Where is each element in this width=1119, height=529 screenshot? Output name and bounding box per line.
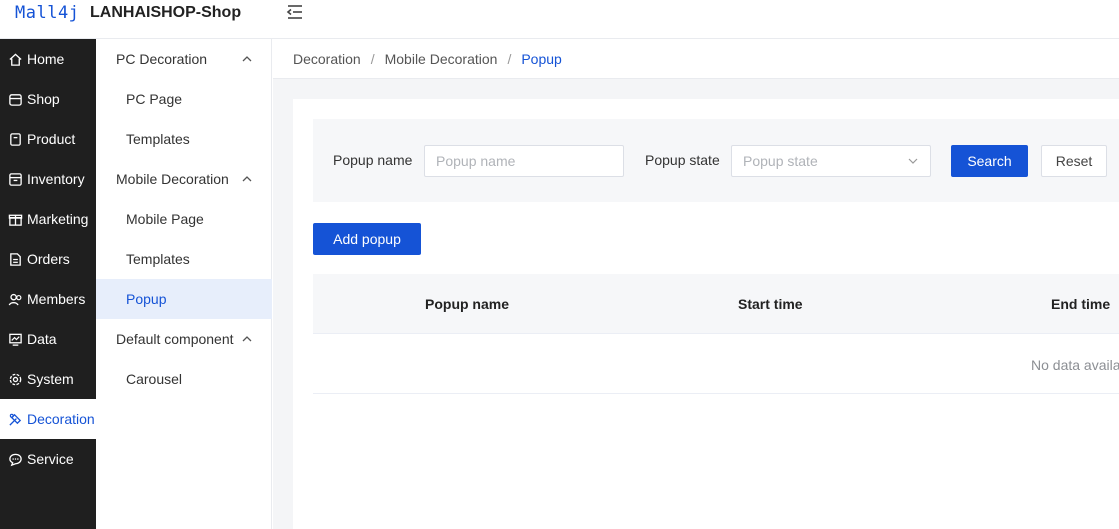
home-icon bbox=[9, 52, 22, 66]
chevron-up-icon bbox=[242, 336, 252, 342]
sidebar-item-label: Service bbox=[27, 451, 74, 467]
submenu-item-pc-page[interactable]: PC Page bbox=[96, 79, 272, 119]
submenu-group-label: Default component bbox=[116, 331, 234, 347]
table-body: No data available bbox=[313, 334, 1119, 394]
chevron-up-icon bbox=[242, 176, 252, 182]
breadcrumb-separator: / bbox=[370, 50, 375, 67]
decoration-submenu: PC Decoration PC Page Templates Mobile D… bbox=[96, 39, 272, 529]
gear-icon bbox=[9, 373, 22, 385]
sidebar-item-product[interactable]: Product bbox=[0, 119, 96, 159]
sidebar-item-orders[interactable]: Orders bbox=[0, 239, 96, 279]
empty-state-text: No data available bbox=[1031, 357, 1119, 373]
search-form: Popup name Popup state Popup state Searc… bbox=[313, 119, 1119, 202]
submenu-group-pc-decoration[interactable]: PC Decoration bbox=[96, 39, 272, 79]
submenu-item-label: Templates bbox=[126, 251, 190, 267]
submenu-item-popup[interactable]: Popup bbox=[96, 279, 272, 319]
sidebar-item-home[interactable]: Home bbox=[0, 39, 96, 79]
submenu-item-mobile-templates[interactable]: Templates bbox=[96, 239, 272, 279]
submenu-group-label: PC Decoration bbox=[116, 51, 208, 67]
breadcrumb: Decoration / Mobile Decoration / Popup bbox=[273, 39, 1119, 79]
breadcrumb-item-decoration[interactable]: Decoration bbox=[293, 51, 361, 67]
main-sidebar: Home Shop Product Inventory Marketing Or… bbox=[0, 39, 96, 529]
submenu-item-label: Templates bbox=[126, 131, 190, 147]
submenu-item-carousel[interactable]: Carousel bbox=[96, 359, 272, 399]
popup-state-placeholder: Popup state bbox=[743, 153, 818, 169]
inventory-icon bbox=[9, 172, 22, 186]
popup-name-label: Popup name bbox=[333, 152, 413, 168]
sidebar-item-inventory[interactable]: Inventory bbox=[0, 159, 96, 199]
submenu-item-label: Carousel bbox=[126, 371, 183, 387]
add-popup-button[interactable]: Add popup bbox=[313, 223, 421, 255]
popup-state-select[interactable]: Popup state bbox=[731, 145, 931, 177]
chevron-up-icon bbox=[242, 56, 252, 62]
product-icon bbox=[10, 132, 21, 146]
sidebar-item-label: Orders bbox=[27, 251, 70, 267]
submenu-item-mobile-page[interactable]: Mobile Page bbox=[96, 199, 272, 239]
shop-icon bbox=[9, 93, 22, 106]
main-content: Decoration / Mobile Decoration / Popup P… bbox=[273, 39, 1119, 529]
popup-name-input[interactable] bbox=[424, 145, 624, 177]
search-button[interactable]: Search bbox=[951, 145, 1028, 177]
sidebar-item-label: Decoration bbox=[27, 411, 95, 427]
brand-logo[interactable]: Mall4j bbox=[15, 3, 79, 23]
decoration-icon bbox=[9, 413, 22, 426]
shop-name: LANHAISHOP-Shop bbox=[90, 4, 242, 21]
sidebar-item-data[interactable]: Data bbox=[0, 319, 96, 359]
sidebar-item-shop[interactable]: Shop bbox=[0, 79, 96, 119]
submenu-item-label: PC Page bbox=[126, 91, 183, 107]
submenu-group-mobile-decoration[interactable]: Mobile Decoration bbox=[96, 159, 272, 199]
sidebar-item-label: System bbox=[27, 371, 74, 387]
members-icon bbox=[8, 293, 22, 305]
breadcrumb-separator: / bbox=[507, 50, 512, 67]
submenu-group-default-component[interactable]: Default component bbox=[96, 319, 272, 359]
popup-state-label: Popup state bbox=[645, 152, 720, 168]
column-header-popup-name: Popup name bbox=[425, 296, 510, 312]
orders-icon bbox=[10, 252, 21, 266]
top-header: Mall4j LANHAISHOP-Shop bbox=[0, 0, 1119, 39]
table-header: Popup name Start time End time bbox=[313, 274, 1119, 334]
sidebar-item-label: Shop bbox=[27, 91, 60, 107]
sidebar-item-label: Data bbox=[27, 331, 57, 347]
breadcrumb-item-mobile-decoration[interactable]: Mobile Decoration bbox=[385, 51, 498, 67]
sidebar-item-label: Inventory bbox=[27, 171, 85, 187]
submenu-item-label: Mobile Page bbox=[126, 211, 204, 227]
breadcrumb-item-current: Popup bbox=[521, 50, 562, 67]
sidebar-item-label: Members bbox=[27, 291, 86, 307]
sidebar-item-members[interactable]: Members bbox=[0, 279, 96, 319]
sidebar-item-label: Home bbox=[27, 51, 65, 67]
popup-list-card: Popup name Popup state Popup state Searc… bbox=[293, 99, 1119, 529]
sidebar-item-label: Product bbox=[27, 131, 76, 147]
chat-icon bbox=[9, 453, 22, 466]
column-header-end-time: End time bbox=[1051, 296, 1111, 312]
chevron-down-icon bbox=[908, 158, 918, 164]
submenu-group-label: Mobile Decoration bbox=[116, 171, 229, 187]
collapse-menu-icon[interactable] bbox=[285, 3, 305, 21]
sidebar-item-system[interactable]: System bbox=[0, 359, 96, 399]
sidebar-item-marketing[interactable]: Marketing bbox=[0, 199, 96, 239]
column-header-start-time: Start time bbox=[738, 296, 803, 312]
submenu-item-pc-templates[interactable]: Templates bbox=[96, 119, 272, 159]
sidebar-item-decoration[interactable]: Decoration bbox=[0, 399, 96, 439]
data-icon bbox=[9, 333, 22, 346]
sidebar-item-service[interactable]: Service bbox=[0, 439, 96, 479]
submenu-item-label: Popup bbox=[126, 291, 167, 307]
gift-icon bbox=[8, 214, 23, 226]
reset-button[interactable]: Reset bbox=[1041, 145, 1107, 177]
sidebar-item-label: Marketing bbox=[27, 211, 89, 227]
